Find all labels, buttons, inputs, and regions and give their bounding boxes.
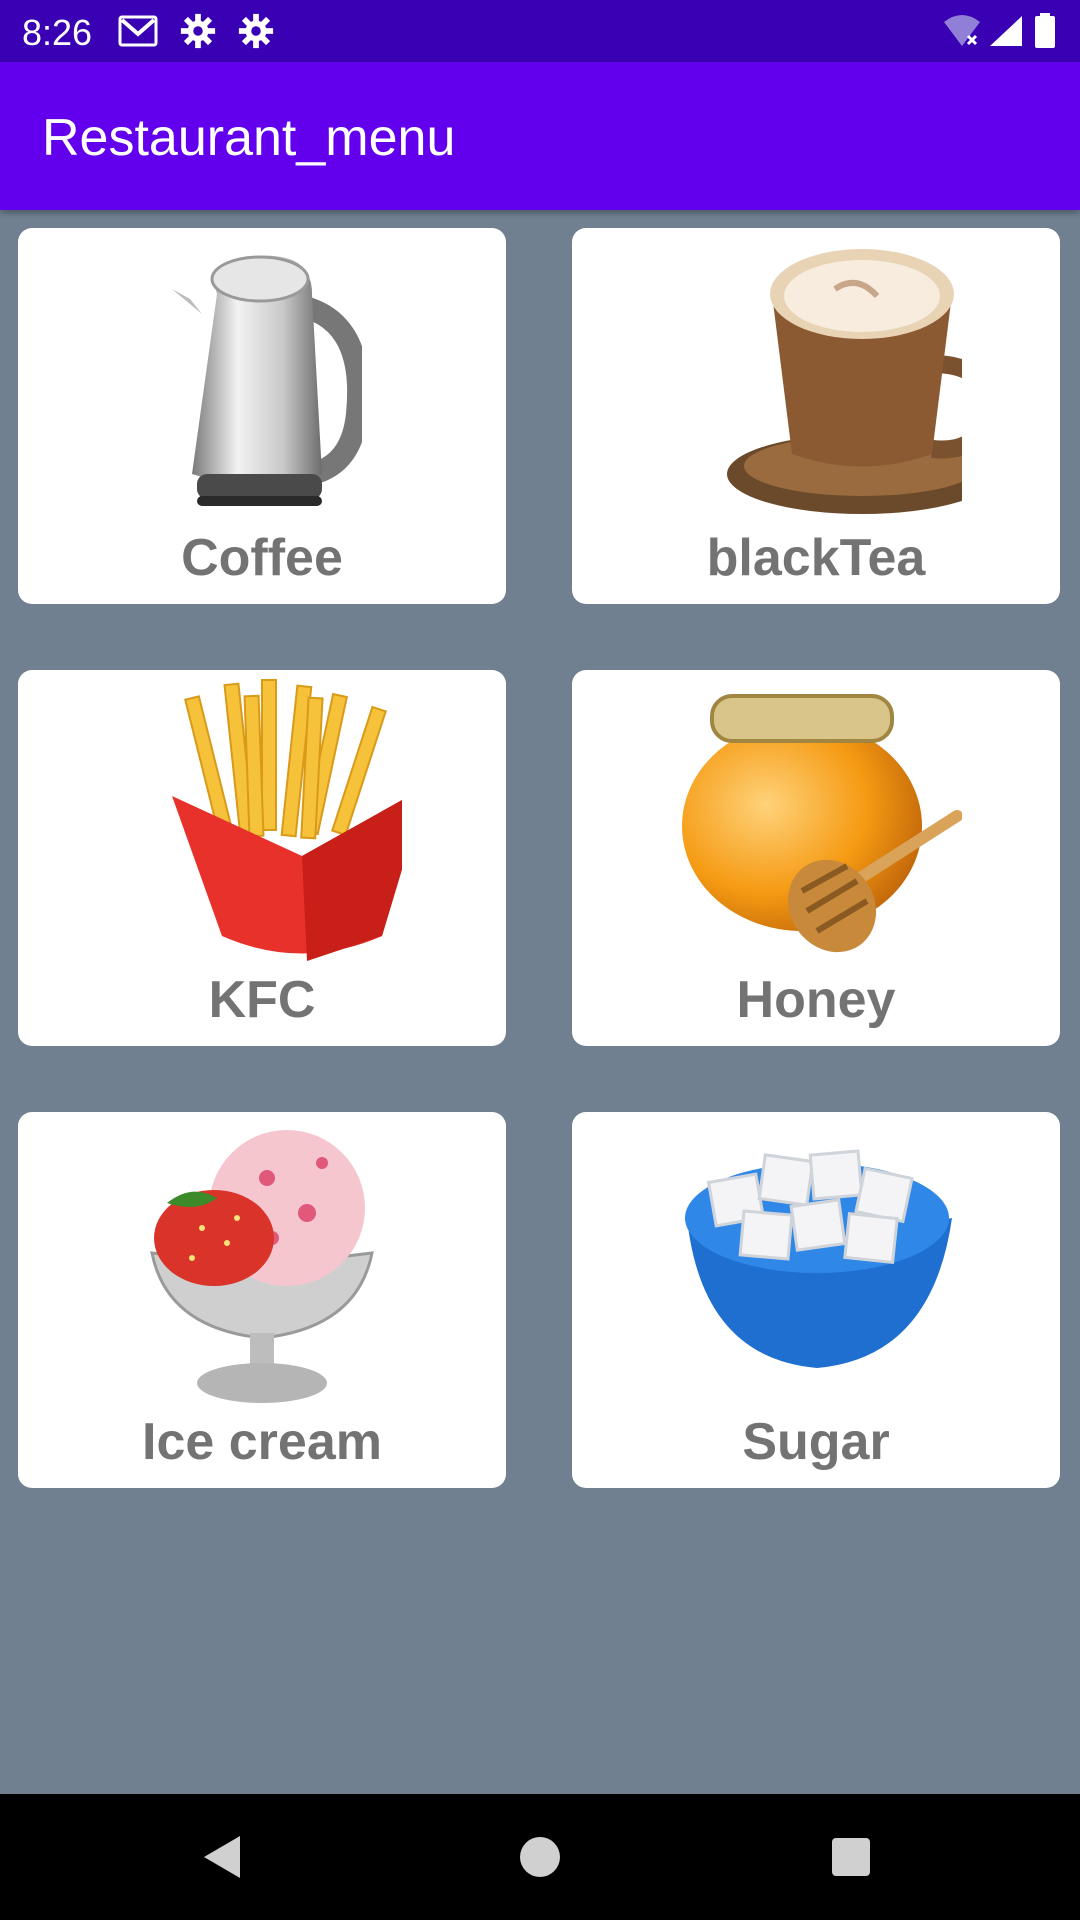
status-time: 8:26 (22, 12, 93, 53)
french-fries-icon (172, 679, 402, 961)
menu-item-coffee[interactable]: Coffee (18, 228, 506, 604)
app-bar: Restaurant_menu (0, 62, 1080, 210)
app-title: Restaurant_menu (42, 109, 456, 167)
wifi-icon (944, 15, 980, 46)
menu-item-label: blackTea (706, 529, 926, 587)
menu-item-honey[interactable]: Honey (572, 670, 1060, 1046)
home-icon[interactable] (507, 1824, 573, 1890)
sugar-bowl-icon (685, 1149, 952, 1368)
honey-pot-icon (682, 694, 962, 953)
battery-icon (1035, 13, 1055, 48)
gmail-icon (118, 15, 158, 47)
menu-item-label: KFC (208, 971, 316, 1029)
settings-icon (238, 13, 274, 49)
menu-item-label: Honey (736, 971, 896, 1029)
settings-icon (180, 13, 216, 49)
ice-cream-icon (150, 1130, 374, 1403)
menu-item-kfc[interactable]: KFC (18, 670, 506, 1046)
menu-item-blacktea[interactable]: blackTea (572, 228, 1060, 604)
navigation-bar (0, 1794, 1080, 1920)
tea-cup-icon (727, 249, 962, 514)
menu-item-label: Ice cream (142, 1413, 382, 1471)
menu-item-label: Coffee (181, 529, 343, 587)
signal-icon (990, 16, 1022, 46)
status-bar: 8:26 (0, 0, 1080, 62)
kettle-icon (172, 255, 362, 506)
back-icon[interactable] (190, 1824, 256, 1890)
recents-icon[interactable] (818, 1824, 884, 1890)
menu-item-sugar[interactable]: Sugar (572, 1112, 1060, 1488)
menu-item-ice-cream[interactable]: Ice cream (18, 1112, 506, 1488)
menu-item-label: Sugar (742, 1413, 890, 1471)
